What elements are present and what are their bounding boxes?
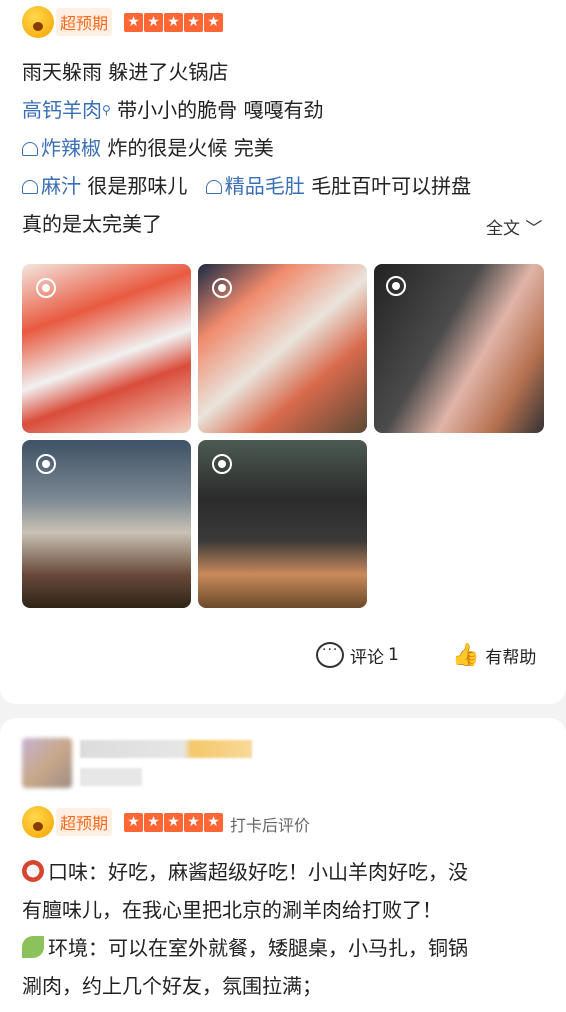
review-text-line: 高钙羊肉⚲ 带小小的脆骨 嘎嘎有劲 bbox=[22, 96, 324, 124]
surprised-face-icon bbox=[22, 6, 54, 38]
comment-count: 1 bbox=[388, 645, 399, 665]
review-text-line: 涮肉，约上几个好友，氛围拉满； bbox=[22, 974, 322, 998]
dish-comment: 带小小的脆骨 嘎嘎有劲 bbox=[117, 98, 324, 122]
review-photo[interactable] bbox=[198, 440, 367, 608]
review-text-line: 口味：好吃，麻酱超级好吃！小山羊肉好吃，没 bbox=[22, 858, 468, 886]
environment-text: 环境：可以在室外就餐，矮腿桌，小马扎，铜锅 bbox=[48, 936, 468, 960]
exceed-expectation-badge: 超预期 bbox=[22, 6, 113, 38]
live-photo-icon bbox=[36, 278, 56, 298]
live-photo-icon bbox=[36, 454, 56, 474]
star-icon: ★ bbox=[204, 813, 223, 832]
review-text-line: 环境：可以在室外就餐，矮腿桌，小马扎，铜锅 bbox=[22, 934, 468, 962]
star-icon: ★ bbox=[164, 813, 183, 832]
dish-icon bbox=[22, 180, 38, 194]
rating-stars: ★ ★ ★ ★ ★ bbox=[124, 13, 223, 32]
thumbs-up-icon: 👍 bbox=[452, 642, 480, 668]
live-photo-icon bbox=[212, 278, 232, 298]
review-text-line: 麻汁 很是那味儿 精品毛肚 毛肚百叶可以拼盘 bbox=[22, 172, 471, 200]
chevron-down-icon: ﹀ bbox=[525, 219, 543, 239]
review-card: 超预期 ★ ★ ★ ★ ★ 雨天躲雨 躲进了火锅店 高钙羊肉⚲ 带小小的脆骨 嘎… bbox=[0, 0, 566, 704]
comment-button[interactable]: 评论 1 bbox=[316, 640, 399, 670]
review-photo[interactable] bbox=[22, 264, 191, 433]
review-photo[interactable] bbox=[22, 440, 191, 608]
star-icon: ★ bbox=[184, 813, 203, 832]
badge-label: 超预期 bbox=[56, 808, 113, 836]
dish-tag-link[interactable]: 精品毛肚 bbox=[225, 174, 305, 198]
live-photo-icon bbox=[212, 454, 232, 474]
live-photo-icon bbox=[386, 276, 406, 296]
dish-comment: 毛肚百叶可以拼盘 bbox=[311, 174, 472, 198]
review-text-line: 炸辣椒 炸的很是火候 完美 bbox=[22, 134, 274, 162]
star-icon: ★ bbox=[144, 813, 163, 832]
star-icon: ★ bbox=[144, 13, 163, 32]
avatar[interactable] bbox=[22, 738, 72, 788]
dish-tag-link[interactable]: 麻汁 bbox=[41, 174, 81, 198]
star-icon: ★ bbox=[124, 13, 143, 32]
user-level-blurred bbox=[80, 768, 142, 786]
check-in-review-note: 打卡后评价 bbox=[230, 816, 311, 835]
star-icon: ★ bbox=[184, 13, 203, 32]
taste-text: 口味：好吃，麻酱超级好吃！小山羊肉好吃，没 bbox=[48, 860, 468, 884]
review-text-line: 雨天躲雨 躲进了火锅店 bbox=[22, 60, 229, 84]
review-photo[interactable] bbox=[198, 264, 367, 433]
dish-comment: 炸的很是火候 完美 bbox=[107, 136, 274, 160]
badge-label: 超预期 bbox=[56, 8, 113, 36]
review-text-line: 有膻味儿，在我心里把北京的涮羊肉给打败了！ bbox=[22, 898, 442, 922]
dish-tag-link[interactable]: 炸辣椒 bbox=[41, 136, 101, 160]
star-icon: ★ bbox=[204, 13, 223, 32]
user-name-blurred[interactable] bbox=[80, 740, 252, 758]
dish-tag-link[interactable]: 高钙羊肉 bbox=[22, 98, 102, 122]
review-text-line: 真的是太完美了 bbox=[22, 212, 162, 236]
rating-stars: ★ ★ ★ ★ ★ bbox=[124, 813, 223, 832]
review-photo[interactable] bbox=[374, 264, 544, 433]
dish-icon bbox=[205, 180, 222, 194]
surprised-face-icon bbox=[22, 806, 54, 838]
star-icon: ★ bbox=[164, 13, 183, 32]
leaf-icon bbox=[22, 936, 44, 958]
expand-full-text-button[interactable]: 全文 ﹀ bbox=[486, 214, 542, 239]
dish-icon bbox=[22, 142, 38, 156]
expand-label: 全文 bbox=[486, 219, 520, 239]
food-bowl-icon bbox=[22, 860, 44, 882]
comment-label: 评论 bbox=[350, 647, 384, 668]
comment-icon bbox=[316, 642, 344, 668]
exceed-expectation-badge: 超预期 bbox=[22, 806, 113, 838]
helpful-button[interactable]: 👍 有帮助 bbox=[452, 640, 536, 670]
dish-comment: 很是那味儿 bbox=[87, 174, 188, 198]
helpful-label: 有帮助 bbox=[485, 647, 537, 668]
star-icon: ★ bbox=[124, 813, 143, 832]
search-icon: ⚲ bbox=[102, 103, 111, 117]
